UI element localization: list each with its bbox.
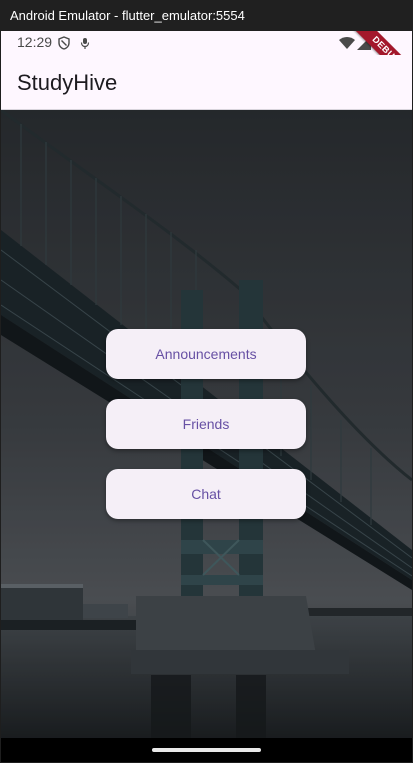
app-title: StudyHive (17, 70, 118, 95)
home-body: Announcements Friends Chat (1, 110, 412, 738)
chat-button[interactable]: Chat (106, 469, 306, 519)
status-time: 12:29 (17, 34, 53, 50)
friends-button[interactable]: Friends (106, 399, 306, 449)
system-nav-bar (1, 738, 412, 762)
app-bar: StudyHive (1, 55, 412, 110)
status-bar: 12:29 DEBUG (1, 31, 412, 92)
emulator-window-title: Android Emulator - flutter_emulator:5554 (0, 0, 413, 31)
home-gesture-handle[interactable] (152, 748, 261, 752)
wifi-icon (339, 37, 355, 49)
announcements-button[interactable]: Announcements (106, 329, 306, 379)
device-screen: 12:29 DEBUG StudyHive Announcements Frie… (1, 31, 412, 738)
mic-icon (80, 38, 90, 49)
shield-icon (58, 36, 70, 50)
